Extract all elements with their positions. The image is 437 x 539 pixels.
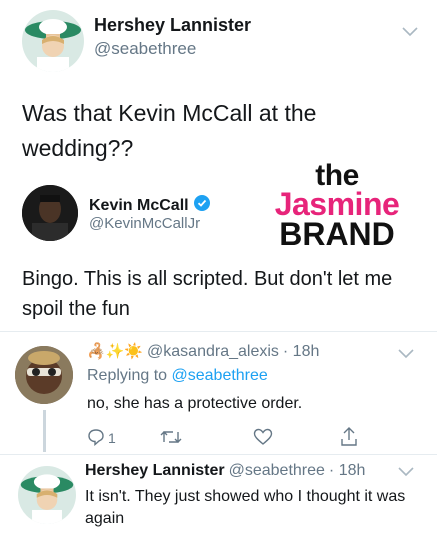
replying-to: Replying to @seabethree <box>87 367 268 385</box>
like-icon <box>253 428 273 449</box>
reply-time[interactable]: · 18h <box>283 343 319 361</box>
quoted-text: Bingo. This is all scripted. But don't l… <box>22 268 393 320</box>
thread-line <box>43 410 46 452</box>
reply-text: It isn't. They just showed who I thought… <box>85 488 406 527</box>
retweet-icon <box>160 428 182 449</box>
chevron-down-icon[interactable] <box>402 27 418 37</box>
quoted-author-name[interactable]: Kevin McCall <box>89 197 189 215</box>
divider <box>0 331 437 332</box>
retweet-button[interactable] <box>160 427 182 449</box>
reply-meta: 🦂✨☀️ @kasandra_alexis · 18h <box>87 343 319 361</box>
reply-author-emojis: 🦂✨☀️ <box>87 343 144 360</box>
tweet-text: Was that Kevin McCall at the wedding?? <box>22 100 317 161</box>
share-icon <box>340 426 358 450</box>
hershey-avatar[interactable] <box>22 10 84 72</box>
replying-to-mention[interactable]: @seabethree <box>172 367 268 384</box>
like-button[interactable] <box>253 427 273 449</box>
reply-count: 1 <box>108 430 116 446</box>
jasmine-brand-watermark: the Jasmine BRAND <box>262 161 412 252</box>
tweet-author-name[interactable]: Hershey Lannister <box>94 15 251 36</box>
reply-text: no, she has a protective order. <box>87 395 303 412</box>
verified-badge-icon <box>193 195 210 216</box>
hershey-avatar[interactable] <box>18 466 76 524</box>
watermark-brand: BRAND <box>279 216 395 252</box>
chevron-down-icon[interactable] <box>398 467 414 477</box>
reply-meta: Hershey Lannister @seabethree · 18h <box>85 462 365 480</box>
quoted-author-handle[interactable]: @KevinMcCallJr <box>89 215 200 232</box>
watermark-jasmine: Jasmine <box>274 186 400 222</box>
reply-icon <box>87 428 105 449</box>
quoted-author-row: Kevin McCall <box>89 195 210 216</box>
reply-button[interactable]: 1 <box>87 427 116 449</box>
share-button[interactable] <box>340 426 358 450</box>
kasandra-avatar[interactable] <box>15 346 73 404</box>
reply-author-name[interactable]: Hershey Lannister <box>85 462 225 480</box>
divider <box>0 454 437 455</box>
reply-author-handle[interactable]: @kasandra_alexis <box>147 343 279 361</box>
reply-author-handle[interactable]: @seabethree <box>229 462 325 480</box>
chevron-down-icon[interactable] <box>398 349 414 359</box>
kevin-mccall-avatar[interactable] <box>22 185 78 241</box>
tweet-author-handle[interactable]: @seabethree <box>94 39 196 59</box>
replying-to-prefix: Replying to <box>87 367 168 384</box>
reply-time[interactable]: · 18h <box>329 462 365 480</box>
